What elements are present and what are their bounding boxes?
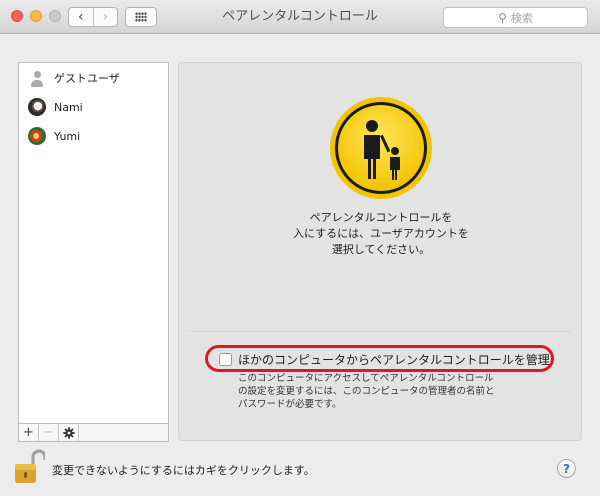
search-icon: ⚲ <box>498 10 507 25</box>
back-button[interactable]: ‹ <box>69 8 94 26</box>
guest-user-icon <box>28 69 46 87</box>
avatar-icon <box>28 127 46 145</box>
zoom-window-button[interactable] <box>49 10 61 22</box>
plus-icon: + <box>23 425 34 440</box>
divider <box>191 331 571 332</box>
parental-controls-icon <box>330 97 432 199</box>
manage-remotely-option[interactable]: ほかのコンピュータからペアレンタルコントロールを管理 <box>219 351 550 367</box>
user-list-item-guest[interactable]: ゲストユーザ <box>19 65 168 91</box>
close-window-button[interactable] <box>11 10 23 22</box>
minimize-window-button[interactable] <box>30 10 42 22</box>
help-icon: ? <box>563 461 570 476</box>
grid-icon <box>135 12 147 22</box>
avatar-icon <box>28 98 46 116</box>
remove-user-button[interactable]: − <box>39 424 59 441</box>
search-placeholder: 検索 <box>510 11 533 25</box>
manage-remotely-description: このコンピュータにアクセスしてペアレンタルコントロール の設定を変更するには、こ… <box>238 373 495 410</box>
gear-icon <box>62 426 75 439</box>
user-list-toolbar: + − <box>18 424 169 442</box>
parental-controls-pane: ペアレンタルコントロールを 入にするには、ユーザアカウントを 選択してください。… <box>178 62 582 441</box>
user-name: Yumi <box>54 129 81 143</box>
user-actions-button[interactable] <box>59 424 79 441</box>
select-user-message: ペアレンタルコントロールを 入にするには、ユーザアカウントを 選択してください。 <box>293 211 469 256</box>
chevron-right-icon: › <box>102 9 109 25</box>
search-field[interactable]: ⚲ 検索 <box>443 7 588 28</box>
user-list-item-yumi[interactable]: Yumi <box>19 123 168 149</box>
manage-remotely-checkbox[interactable] <box>219 352 232 366</box>
forward-button[interactable]: › <box>94 8 118 26</box>
minus-icon: − <box>43 425 54 440</box>
help-button[interactable]: ? <box>557 459 576 478</box>
user-name: Nami <box>54 100 83 114</box>
title-bar: ‹ › ペアレンタルコントロール ⚲ 検索 <box>0 0 600 34</box>
user-name: ゲストユーザ <box>54 72 120 85</box>
user-list-item-nami[interactable]: Nami <box>19 94 168 120</box>
navigation-buttons: ‹ › <box>68 7 118 27</box>
user-list: ゲストユーザ Nami Yumi <box>18 62 169 424</box>
show-all-button[interactable] <box>125 7 157 27</box>
add-user-button[interactable]: + <box>19 424 39 441</box>
checkbox-label: ほかのコンピュータからペアレンタルコントロールを管理 <box>238 352 550 367</box>
chevron-left-icon: ‹ <box>77 9 84 25</box>
lock-message: 変更できないようにするにはカギをクリックします。 <box>52 464 315 477</box>
lock-icon[interactable] <box>13 448 45 484</box>
